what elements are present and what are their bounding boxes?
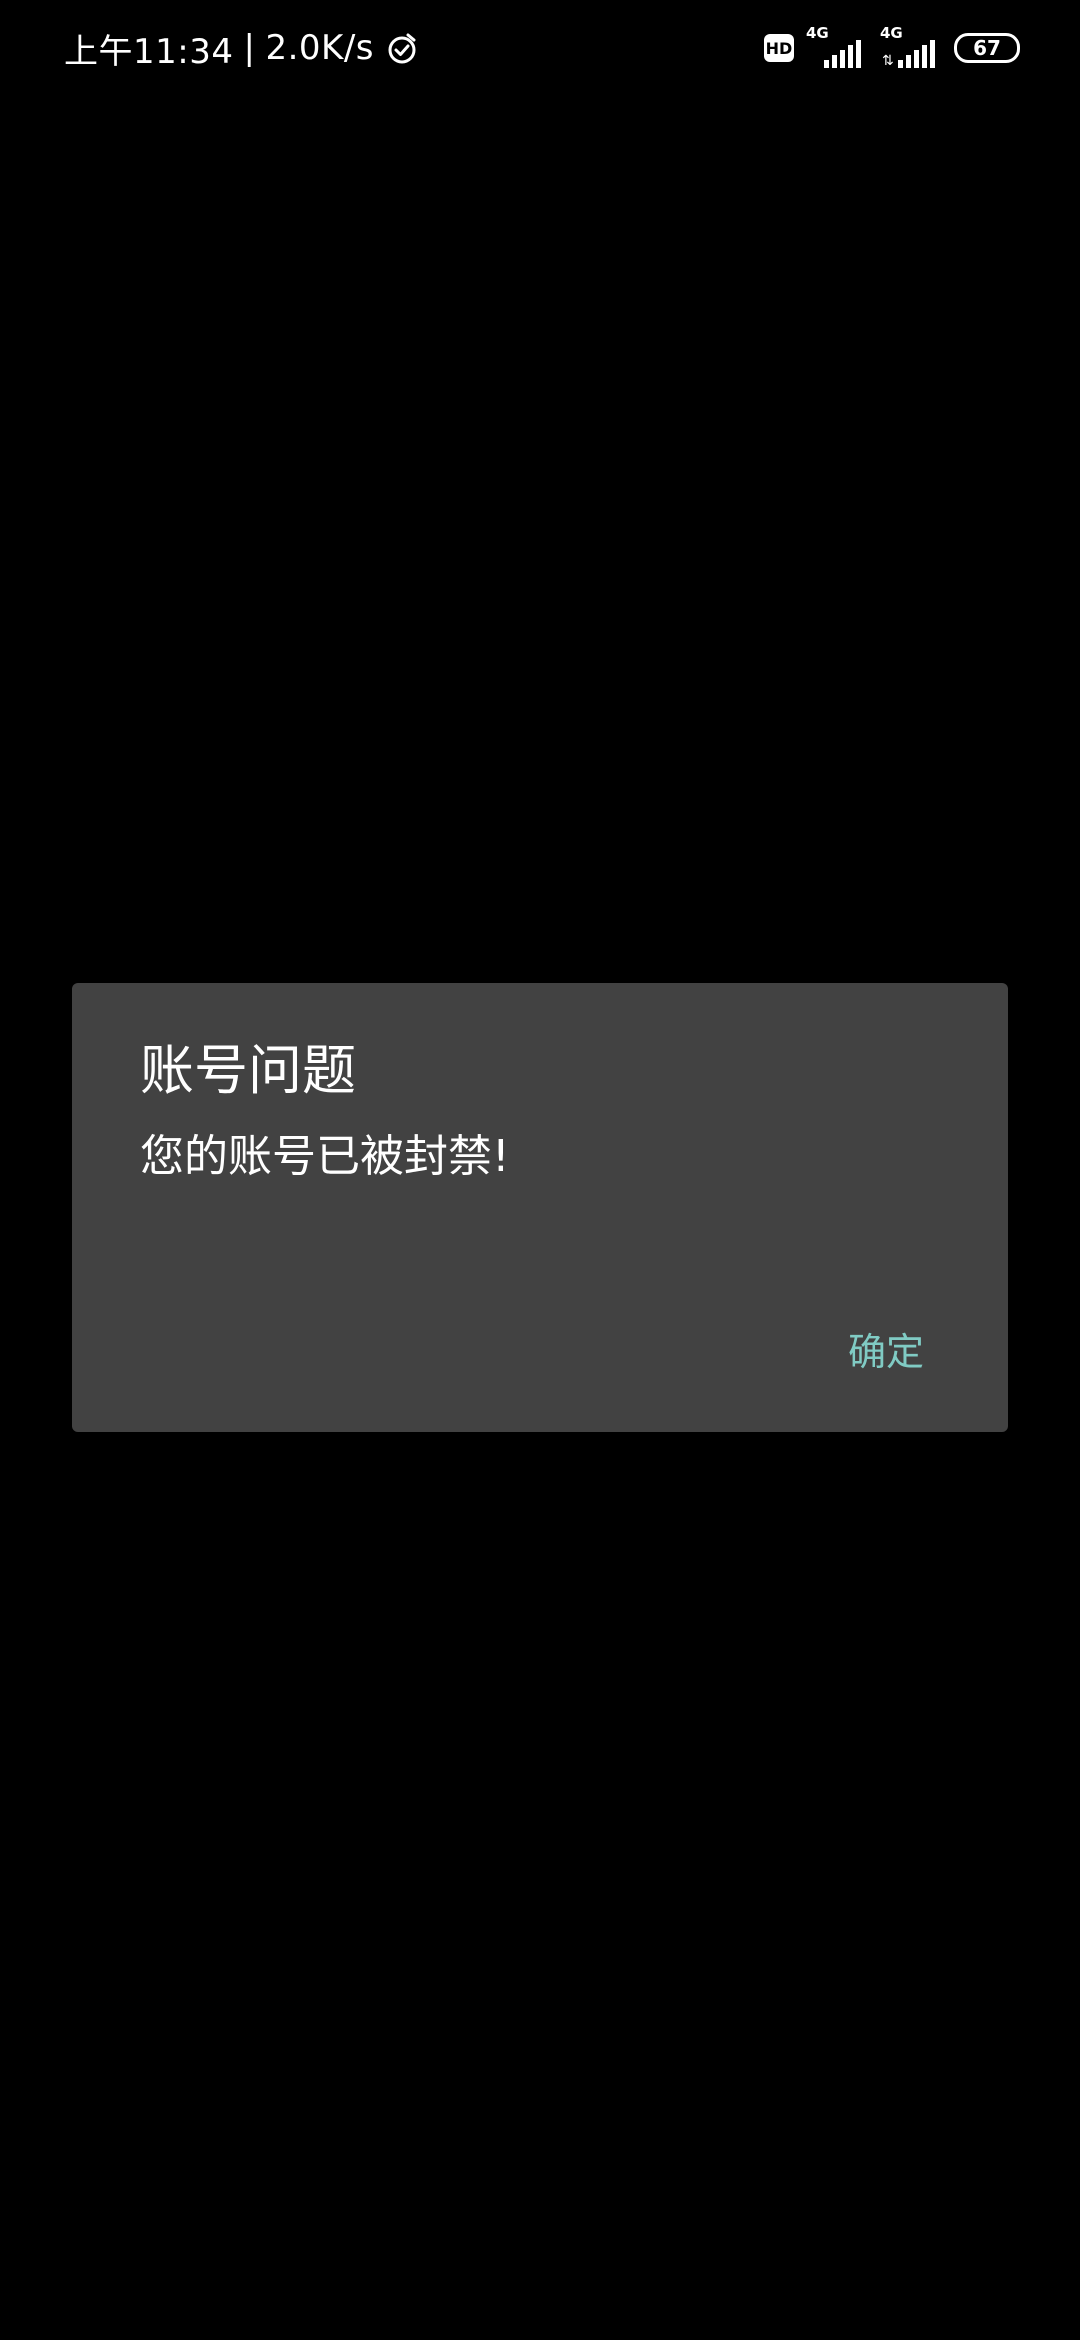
status-net-speed: 2.0K/s — [265, 28, 374, 68]
status-right: HD 4G 4G ⇅ 67 — [764, 24, 1020, 70]
account-dialog: 账号问题 您的账号已被封禁! 确定 — [72, 983, 1008, 1432]
status-time: 上午11:34 — [64, 31, 234, 72]
alarm-icon — [384, 30, 420, 66]
signal-icon — [898, 40, 935, 68]
data-arrows-icon: ⇅ — [882, 53, 894, 69]
confirm-button[interactable]: 确定 — [842, 1313, 930, 1384]
signal-sim1: 4G — [806, 24, 868, 70]
status-bar: 上午11:34 | 2.0K/s HD 4G 4G ⇅ 67 — [0, 0, 1080, 96]
dialog-message: 您的账号已被封禁! — [140, 1131, 510, 1182]
status-left: 上午11:34 | 2.0K/s — [64, 24, 420, 72]
dialog-title: 账号问题 — [140, 1039, 356, 1102]
status-separator: | — [243, 28, 256, 68]
signal-sim2: 4G ⇅ — [880, 24, 942, 70]
battery-icon: 67 — [954, 33, 1020, 63]
hd-icon: HD — [764, 34, 794, 62]
screen: 上午11:34 | 2.0K/s HD 4G 4G ⇅ 67 账号问题 您的账号… — [0, 0, 1080, 2340]
signal-icon — [824, 40, 861, 68]
